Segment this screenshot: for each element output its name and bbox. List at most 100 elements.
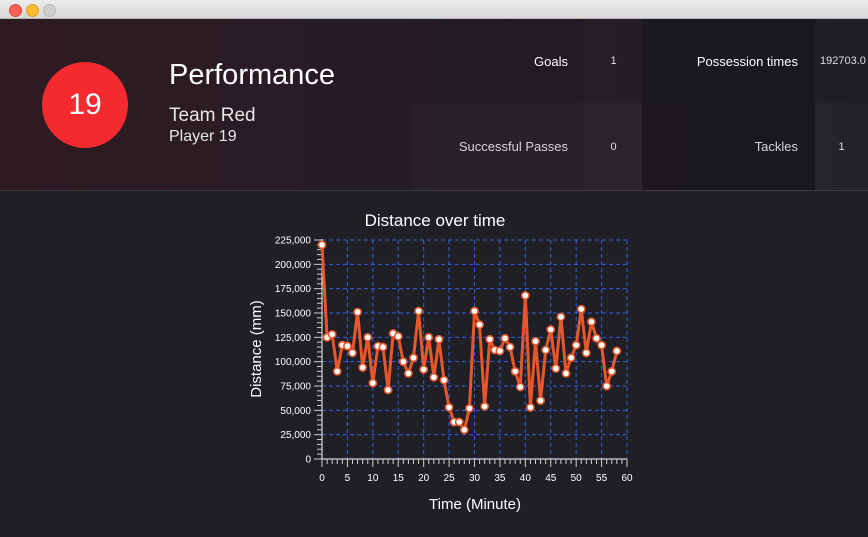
y-tick-label: 150,000 [275, 309, 312, 320]
data-point [597, 340, 606, 350]
data-point [576, 304, 586, 314]
data-point [398, 357, 408, 367]
data-point [480, 402, 490, 411]
data-point [571, 340, 581, 350]
y-tick-label: 0 [305, 455, 311, 466]
data-point [368, 378, 378, 388]
data-point [459, 425, 469, 435]
data-point [602, 381, 612, 391]
window-titlebar [0, 0, 868, 19]
x-axis-label: Time (Minute) [429, 496, 521, 513]
data-point [612, 346, 622, 356]
data-point [485, 334, 495, 344]
stats-grid: Goals 1 Possession times 192703.0 Succes… [412, 19, 868, 190]
data-point [404, 368, 413, 378]
data-point [526, 403, 535, 412]
goals-value: 1 [610, 55, 617, 67]
data-point [566, 353, 576, 363]
y-axis-label: Distance (mm) [248, 300, 265, 398]
data-point [587, 317, 596, 327]
y-tick-label: 25,000 [280, 430, 311, 441]
data-point [592, 333, 601, 343]
data-point [424, 332, 434, 342]
data-point [317, 240, 327, 250]
x-tick-label: 35 [494, 473, 506, 484]
x-tick-label: 15 [393, 473, 405, 484]
x-tick-label: 25 [444, 473, 456, 484]
x-tick-label: 10 [367, 473, 379, 484]
y-tick-label: 225,000 [275, 236, 312, 247]
data-point [348, 348, 357, 358]
y-tick-label: 100,000 [275, 357, 312, 368]
data-point [470, 306, 479, 316]
page-title: Performance [169, 59, 336, 91]
player-number-badge: 19 [42, 62, 128, 148]
data-point [429, 372, 439, 382]
data-point [393, 331, 403, 341]
maximize-window-button[interactable] [43, 4, 56, 17]
data-point [541, 345, 551, 355]
data-point [536, 396, 545, 405]
plot-area: 0 5 10 15 20 25 30 35 40 45 50 55 60 0 25,000 50,000 75,… [275, 236, 633, 485]
data-point [414, 306, 423, 316]
data-point [546, 325, 556, 334]
y-tick-label: 75,000 [280, 382, 311, 393]
x-tick-label: 50 [571, 473, 583, 484]
data-point [495, 346, 505, 356]
data-point [444, 403, 454, 412]
data-point [556, 312, 566, 322]
y-tick-label: 200,000 [275, 260, 312, 271]
tackles-value: 1 [815, 103, 868, 190]
data-point [515, 382, 525, 392]
data-point [439, 375, 449, 385]
x-tick-label: 55 [596, 473, 608, 484]
x-tick-label: 30 [469, 473, 481, 484]
data-point [383, 385, 393, 395]
distance-chart-panel: Distance over time Time (Minute) Distanc… [0, 191, 868, 537]
performance-header: 19 Performance Team Red Player 19 Goals … [0, 19, 868, 190]
x-tick-label: 20 [418, 473, 430, 484]
data-point [363, 332, 373, 342]
close-window-button[interactable] [9, 4, 22, 17]
x-tick-label: 5 [345, 473, 351, 484]
y-tick-label: 125,000 [275, 333, 312, 344]
data-point [531, 336, 540, 346]
data-point [561, 368, 571, 378]
data-point [409, 353, 418, 363]
data-point [343, 341, 352, 351]
data-point [520, 291, 530, 300]
y-tick-label: 175,000 [275, 284, 312, 295]
data-point [500, 333, 510, 343]
data-point [475, 320, 484, 330]
successful-passes-label: Successful Passes [412, 103, 585, 190]
x-tick-label: 45 [545, 473, 557, 484]
data-point [581, 348, 591, 358]
data-point [434, 334, 444, 344]
chart-title: Distance over time [365, 211, 506, 230]
data-point [510, 366, 520, 376]
team-name: Team Red [169, 105, 256, 126]
data-point [465, 403, 474, 413]
data-point [454, 417, 464, 427]
tackles-label: Tackles [642, 103, 815, 190]
data-point [327, 330, 337, 339]
x-tick-label: 0 [319, 473, 325, 484]
data-point [419, 365, 429, 374]
successful-passes-value: 0 [585, 103, 642, 190]
data-point [332, 366, 342, 376]
minimize-window-button[interactable] [26, 4, 39, 17]
data-point [358, 363, 368, 372]
player-number: 19 [68, 88, 102, 121]
data-point [378, 342, 388, 352]
distance-over-time-chart: Distance over time Time (Minute) Distanc… [248, 211, 633, 513]
data-point [353, 307, 362, 317]
x-tick-label: 60 [621, 473, 633, 484]
data-point [551, 364, 561, 373]
possession-times-label: Possession times [642, 19, 815, 103]
data-point [505, 342, 515, 352]
y-tick-label: 50,000 [280, 406, 311, 417]
player-name: Player 19 [169, 128, 237, 145]
goals-label: Goals [534, 53, 568, 69]
data-point [607, 366, 617, 376]
possession-times-value: 192703.0 [820, 55, 866, 67]
